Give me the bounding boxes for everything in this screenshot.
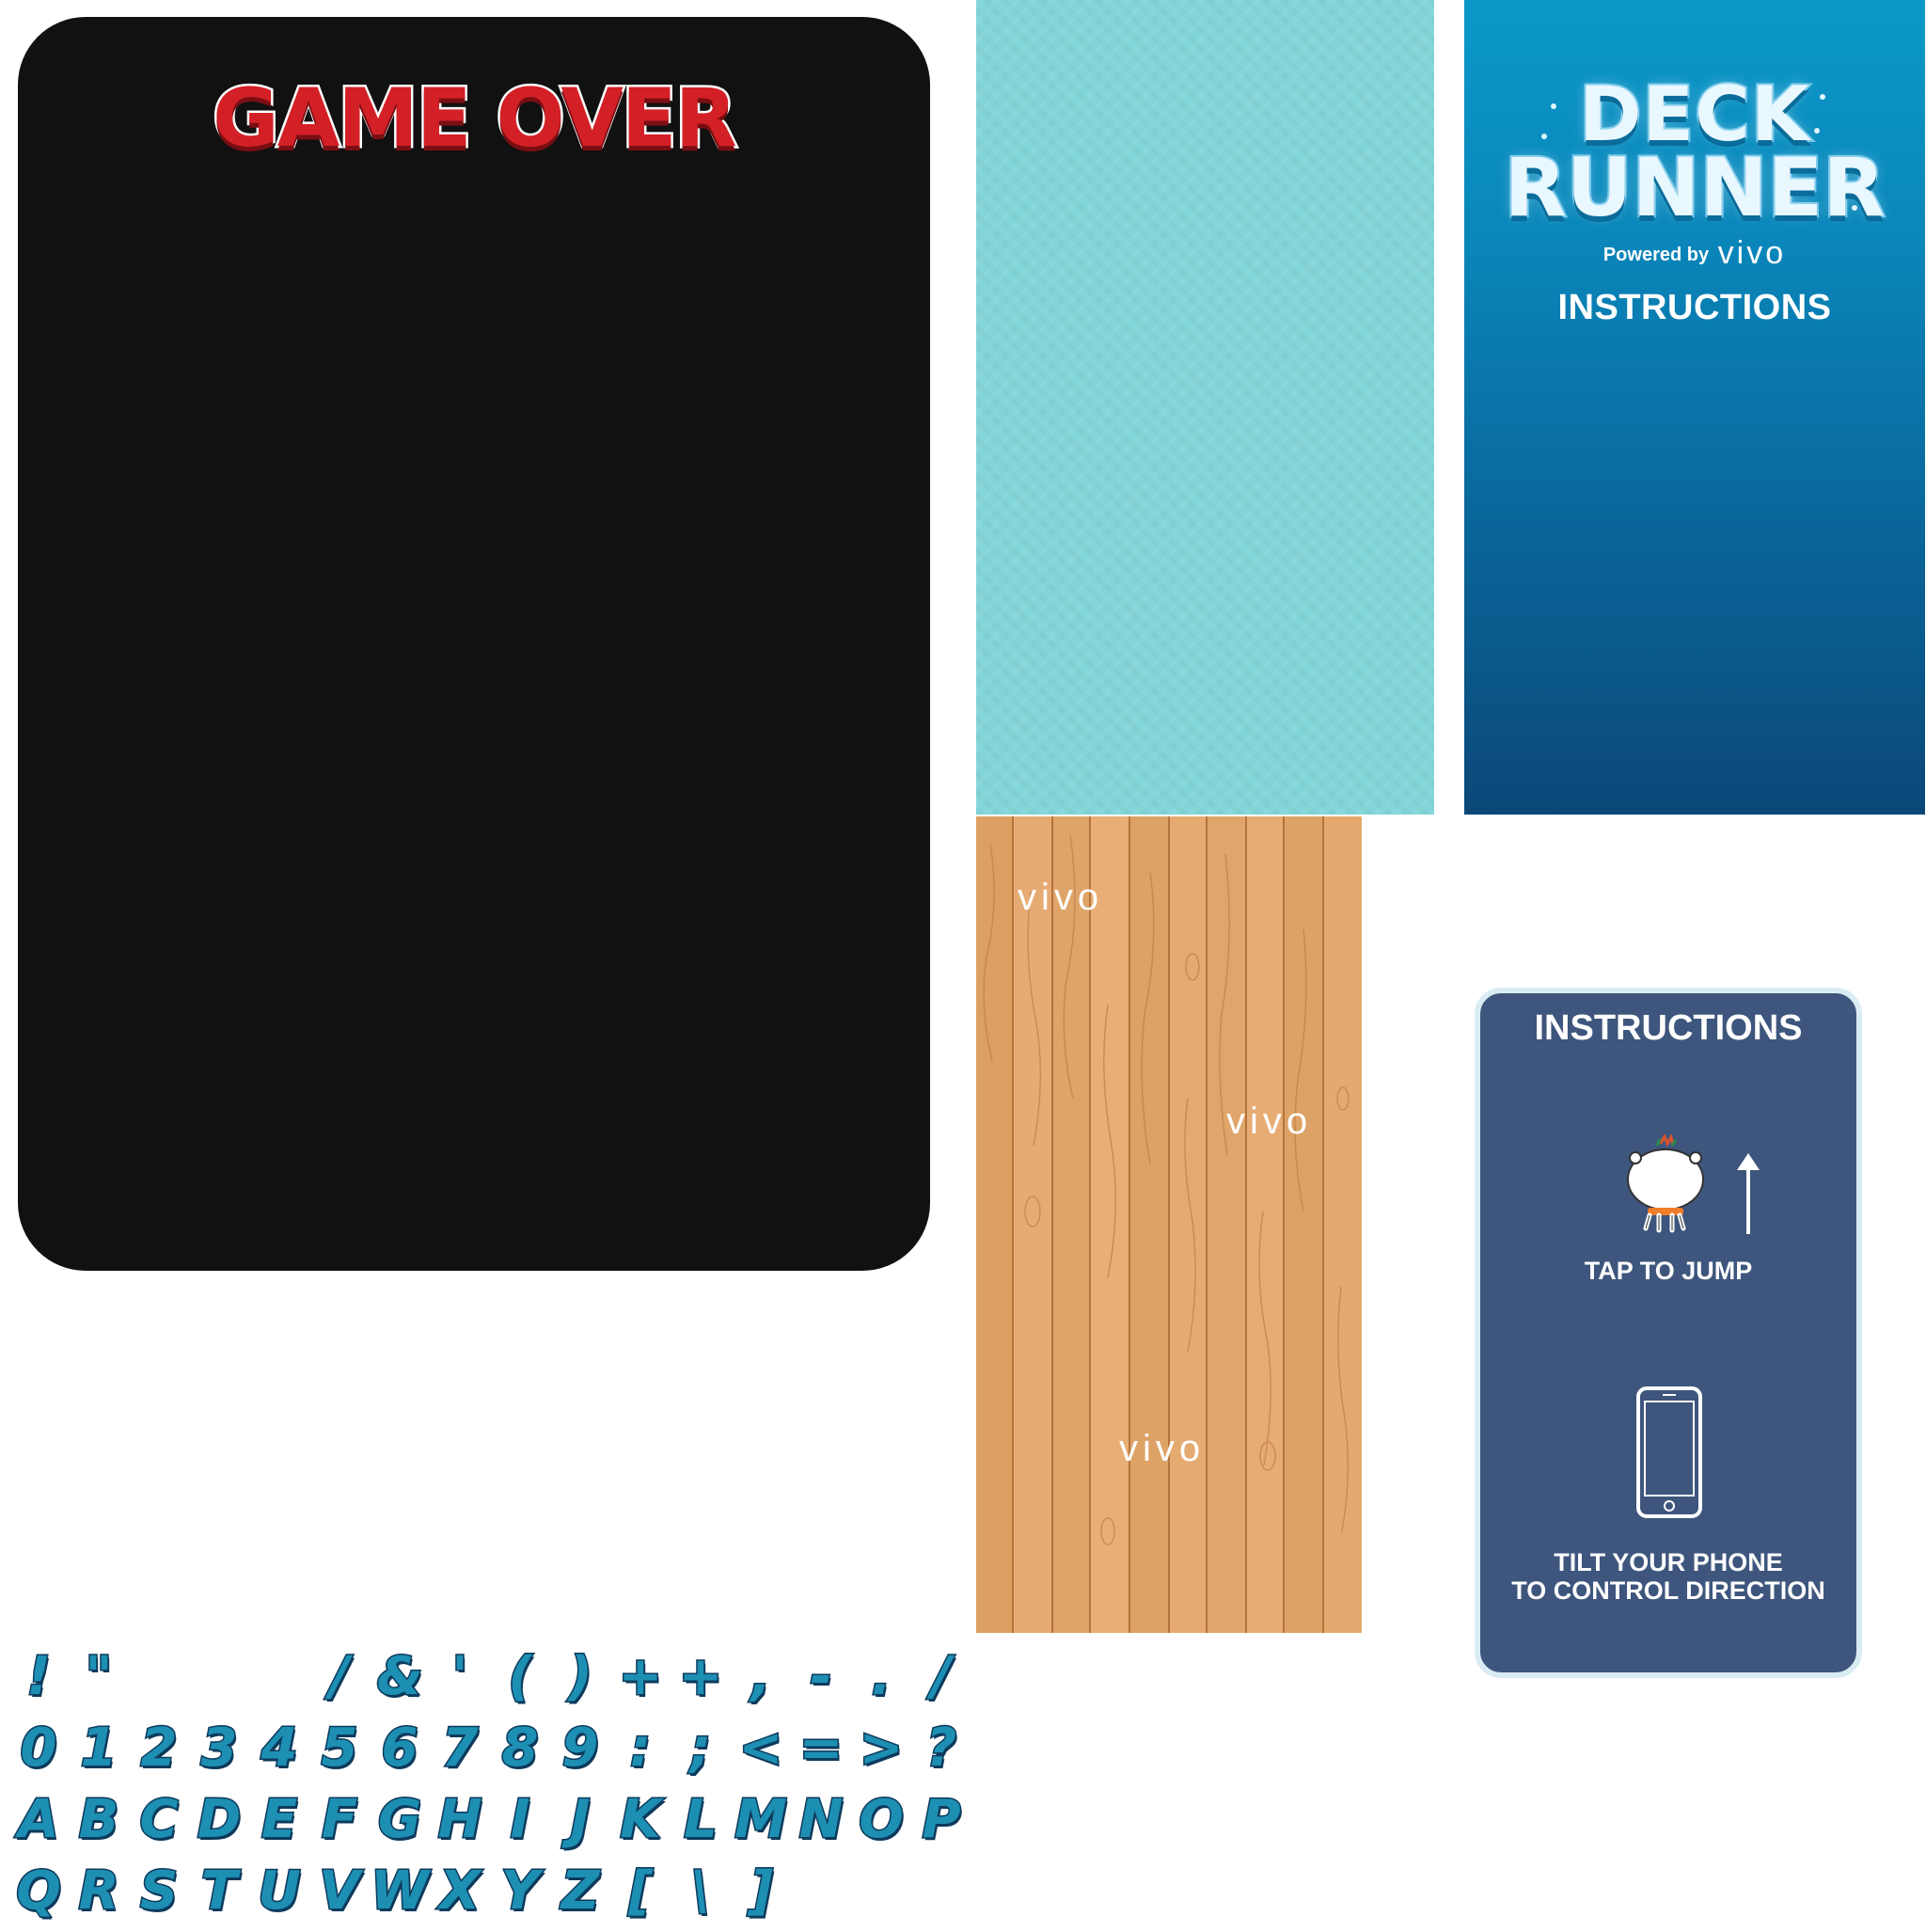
font-glyph: S	[138, 1860, 179, 1924]
game-over-title: GAME OVER	[211, 70, 740, 168]
font-glyph: /	[930, 1645, 952, 1709]
wood-deck-tile: vivo vivo vivo	[976, 816, 1362, 1633]
font-glyph: 5	[320, 1717, 359, 1781]
tilt-line-1: TILT YOUR PHONE	[1554, 1548, 1783, 1576]
font-glyph: I	[509, 1788, 531, 1852]
font-glyph: K	[619, 1788, 662, 1852]
font-glyph: :	[628, 1717, 652, 1781]
arrow-up-icon	[1737, 1153, 1760, 1234]
bitmap-font-sheet: ! " / & '() + +, -./ 0 1 2 3 4 5 6 7 8 9:; < = >? ABCDEFGHI…	[9, 1645, 978, 1926]
tilt-line-2: TO CONTROL DIRECTION	[1511, 1576, 1825, 1605]
powered-by-text: Powered by	[1602, 245, 1710, 265]
font-glyph: 1	[79, 1717, 118, 1781]
font-glyph: ]	[748, 1860, 775, 1924]
logo-line-runner: RUNNER	[1503, 141, 1887, 235]
runner-character-icon	[1627, 1134, 1704, 1233]
title-screen-background: DECK RUNNER Powered by vivo INSTRUCTIONS	[1464, 0, 1925, 815]
font-glyph: '	[450, 1645, 469, 1709]
instructions-card-title: INSTRUCTIONS	[1534, 1008, 1803, 1048]
font-glyph: !	[25, 1645, 53, 1709]
font-glyph: U	[257, 1860, 302, 1924]
font-glyph: G	[377, 1788, 423, 1852]
font-glyph: -	[809, 1645, 833, 1709]
tilt-phone-label: TILT YOUR PHONE TO CONTROL DIRECTION	[1480, 1548, 1856, 1605]
font-glyph: 8	[500, 1717, 540, 1781]
font-glyph: .	[870, 1645, 892, 1709]
font-glyph: >	[858, 1717, 905, 1781]
instructions-card: INSTRUCTIONS TAP TO JUMP TILT YOUR PHONE…	[1475, 988, 1862, 1678]
font-glyph: 6	[380, 1717, 419, 1781]
font-glyph: +	[617, 1645, 664, 1709]
font-glyph: N	[797, 1788, 845, 1852]
font-glyph: "	[84, 1645, 114, 1709]
vivo-watermark: vivo	[1119, 1428, 1206, 1469]
font-glyph: R	[77, 1860, 120, 1924]
font-glyph: 3	[199, 1717, 239, 1781]
font-glyph: D	[196, 1788, 242, 1852]
font-glyph: \	[689, 1860, 711, 1924]
font-glyph: Y	[499, 1860, 541, 1924]
font-glyph: J	[569, 1788, 592, 1852]
font-glyph: W	[370, 1860, 431, 1924]
font-glyph: /	[328, 1645, 350, 1709]
font-glyph: M	[734, 1788, 789, 1852]
font-glyph: P	[921, 1788, 962, 1852]
font-glyph: 9	[560, 1717, 600, 1781]
font-glyph: T	[199, 1860, 238, 1924]
wood-grain-icon	[983, 834, 1350, 1545]
font-glyph: 0	[19, 1717, 58, 1781]
font-glyph: V	[318, 1860, 361, 1924]
font-glyph: ,	[750, 1645, 772, 1709]
font-glyph: Z	[560, 1860, 601, 1924]
font-glyph: 4	[260, 1717, 299, 1781]
font-glyph: 7	[440, 1717, 480, 1781]
vivo-brand-logo: vivo	[1717, 235, 1787, 271]
vivo-watermark: vivo	[1018, 877, 1104, 918]
font-glyph: O	[858, 1788, 906, 1852]
font-glyph: A	[17, 1788, 60, 1852]
font-glyph: C	[138, 1788, 180, 1852]
font-glyph: ;	[688, 1717, 712, 1781]
powered-by-line: Powered by vivo	[1464, 235, 1925, 272]
font-glyph: E	[260, 1788, 298, 1852]
font-glyph: L	[683, 1788, 719, 1852]
game-over-panel: GAME OVER	[18, 17, 930, 1271]
font-glyph: [	[627, 1860, 655, 1924]
instructions-heading: INSTRUCTIONS	[1557, 288, 1832, 327]
font-glyph: Q	[15, 1860, 63, 1924]
font-glyph: +	[677, 1645, 724, 1709]
tap-to-jump-label: TAP TO JUMP	[1584, 1257, 1753, 1285]
vivo-watermark: vivo	[1226, 1101, 1313, 1142]
font-glyph: B	[77, 1788, 120, 1852]
font-glyph: X	[438, 1860, 482, 1924]
font-glyph: )	[567, 1645, 594, 1709]
font-glyph: ?	[924, 1717, 957, 1781]
font-glyph: (	[507, 1645, 534, 1709]
font-glyph: =	[797, 1717, 845, 1781]
water-texture-tile	[976, 0, 1434, 815]
font-glyph: H	[436, 1788, 483, 1852]
font-glyph: 2	[139, 1717, 179, 1781]
phone-icon	[1636, 1386, 1702, 1518]
font-glyph: <	[737, 1717, 784, 1781]
deck-runner-logo: DECK RUNNER	[1464, 71, 1925, 235]
font-glyph: &	[375, 1645, 424, 1709]
font-glyph: F	[320, 1788, 358, 1852]
logo-line-deck: DECK	[1577, 71, 1811, 158]
